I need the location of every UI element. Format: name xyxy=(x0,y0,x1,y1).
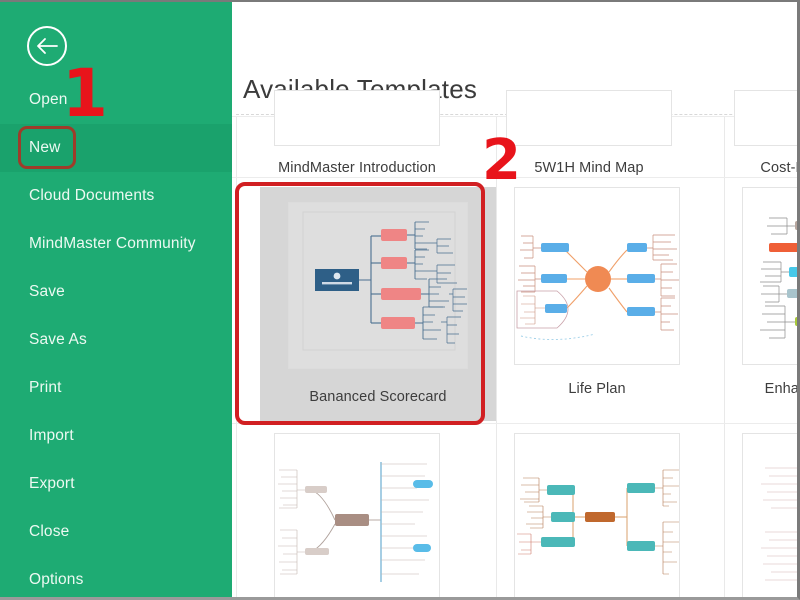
template-card-cost-benefit[interactable]: Cost-Ben xyxy=(724,90,797,176)
template-card-label: Life Plan xyxy=(568,381,626,397)
sidebar-item-label: Options xyxy=(29,571,84,588)
templates-panel: Available Templates MindMaster Introduct… xyxy=(232,2,797,597)
template-card-bananced-scorecard[interactable]: Bananced Scorecard xyxy=(260,187,496,421)
template-card-label: Bananced Scorecard xyxy=(309,389,447,405)
template-card-row2-col3[interactable] xyxy=(732,433,797,597)
template-card-label: Enhance C xyxy=(764,381,797,397)
sidebar-item-label: MindMaster Community xyxy=(29,235,196,252)
template-card-label: MindMaster Introduction xyxy=(278,160,436,176)
sidebar-item-label: Import xyxy=(29,427,74,444)
sidebar-item-label: Export xyxy=(29,475,75,492)
grid-divider xyxy=(232,177,797,178)
template-thumbnail xyxy=(506,90,672,146)
template-card-life-plan[interactable]: Life Plan xyxy=(504,187,690,397)
back-arrow-icon xyxy=(35,37,59,55)
template-card-row2-col2[interactable] xyxy=(504,433,690,597)
thumbnail-mindmap-row2-col1 xyxy=(278,462,433,582)
sidebar-item-label: Save xyxy=(29,283,65,300)
thumbnail-mindmap-enhance xyxy=(760,217,797,339)
template-card-mindmaster-introduction[interactable]: MindMaster Introduction xyxy=(264,90,450,176)
sidebar-item-import[interactable]: Import xyxy=(0,412,232,460)
template-card-label: 5W1H Mind Map xyxy=(534,160,644,176)
sidebar: Open New Cloud Documents MindMaster Comm… xyxy=(0,2,232,597)
template-thumbnail xyxy=(514,187,680,365)
template-thumbnail xyxy=(288,202,468,369)
sidebar-item-label: Print xyxy=(29,379,62,396)
thumbnail-mindmap-row2-col2 xyxy=(517,469,679,575)
sidebar-item-options[interactable]: Options xyxy=(0,556,232,597)
mindmaster-backstage-window: Open New Cloud Documents MindMaster Comm… xyxy=(0,0,800,600)
sidebar-item-open[interactable]: Open xyxy=(0,76,232,124)
sidebar-item-export[interactable]: Export xyxy=(0,460,232,508)
thumbnail-mindmap-life-plan xyxy=(516,234,679,341)
template-card-5w1h-mind-map[interactable]: 5W1H Mind Map xyxy=(496,90,682,176)
template-card-row2-col1[interactable] xyxy=(264,433,450,597)
template-thumbnail xyxy=(274,433,440,597)
template-thumbnail xyxy=(742,187,797,365)
sidebar-item-new[interactable]: New xyxy=(0,124,232,172)
sidebar-item-label: Cloud Documents xyxy=(29,187,155,204)
thumbnail-mindmap-scorecard xyxy=(302,211,467,351)
back-button[interactable] xyxy=(27,26,67,66)
sidebar-item-label: New xyxy=(29,139,61,156)
sidebar-item-print[interactable]: Print xyxy=(0,364,232,412)
sidebar-item-mindmaster-community[interactable]: MindMaster Community xyxy=(0,220,232,268)
thumbnail-mindmap-row2-col3 xyxy=(761,467,797,581)
grid-divider xyxy=(236,116,237,597)
templates-grid: MindMaster Introduction 5W1H Mind Map Co… xyxy=(232,90,797,597)
sidebar-item-save-as[interactable]: Save As xyxy=(0,316,232,364)
grid-divider xyxy=(724,116,725,597)
template-thumbnail xyxy=(734,90,797,146)
sidebar-item-cloud-documents[interactable]: Cloud Documents xyxy=(0,172,232,220)
sidebar-item-label: Save As xyxy=(29,331,87,348)
template-card-enhance-creativity[interactable]: Enhance C xyxy=(732,187,797,397)
template-thumbnail xyxy=(274,90,440,146)
sidebar-item-label: Close xyxy=(29,523,70,540)
grid-divider xyxy=(232,423,797,424)
sidebar-item-label: Open xyxy=(29,91,68,108)
template-card-label: Cost-Ben xyxy=(760,160,797,176)
template-thumbnail xyxy=(514,433,680,597)
template-thumbnail xyxy=(742,433,797,597)
grid-divider xyxy=(496,116,497,597)
sidebar-item-save[interactable]: Save xyxy=(0,268,232,316)
sidebar-item-close[interactable]: Close xyxy=(0,508,232,556)
